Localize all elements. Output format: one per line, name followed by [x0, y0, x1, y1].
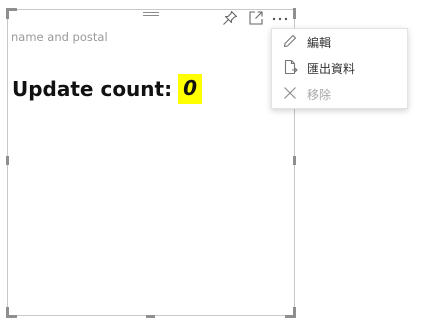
context-menu: 編輯 匯出資料 移除	[271, 28, 408, 109]
resize-handle-top-left-h[interactable]	[6, 8, 17, 11]
menu-item-label: 移除	[307, 88, 332, 102]
visual-title: name and postal	[11, 30, 108, 44]
more-options-icon[interactable]	[271, 10, 289, 26]
resize-handle-top-right[interactable]	[293, 8, 296, 19]
drag-grip-icon[interactable]	[143, 12, 159, 18]
export-data-icon	[284, 59, 298, 75]
menu-item-label: 編輯	[307, 36, 332, 50]
visual-container[interactable]: name and postal Update count: 0	[7, 9, 295, 316]
close-icon	[284, 87, 296, 99]
resize-handle-right[interactable]	[293, 156, 296, 165]
menu-item-edit[interactable]: 編輯	[272, 29, 407, 55]
pencil-icon	[283, 34, 297, 48]
menu-item-export-data[interactable]: 匯出資料	[272, 55, 407, 81]
resize-handle-bottom-left-h[interactable]	[6, 315, 17, 318]
resize-handle-bottom[interactable]	[146, 315, 155, 318]
update-count-row: Update count: 0	[12, 74, 203, 104]
resize-handle-bottom-right-h[interactable]	[285, 315, 296, 318]
resize-handle-left[interactable]	[6, 156, 9, 165]
menu-item-remove[interactable]: 移除	[272, 81, 407, 107]
focus-mode-icon[interactable]	[248, 10, 264, 26]
update-count-label: Update count:	[12, 77, 173, 101]
update-count-value: 0	[178, 74, 203, 104]
pin-icon[interactable]	[222, 10, 238, 26]
menu-item-label: 匯出資料	[307, 62, 356, 76]
